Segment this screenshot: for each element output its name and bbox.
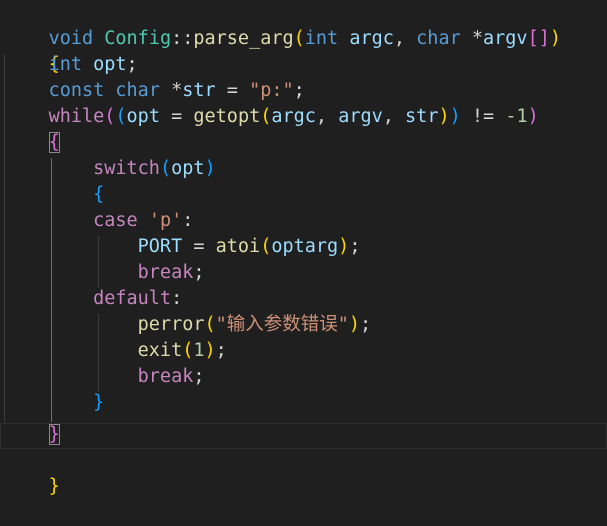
code-line-6[interactable]: { [4, 130, 60, 156]
code-line-12[interactable]: default: [4, 286, 182, 312]
paren: ) [527, 106, 539, 127]
code-line-2[interactable]: { [4, 26, 60, 75]
paren: ) [438, 106, 450, 127]
number-literal: 1 [193, 340, 205, 361]
keyword: while [48, 106, 105, 127]
code-line-3[interactable]: int opt; [4, 52, 138, 78]
semicolon: ; [126, 54, 138, 75]
paren: ( [115, 106, 127, 127]
code-editor[interactable]: void Config::parse_arg(int argc, char *a… [0, 0, 607, 497]
comma: , [315, 106, 339, 127]
keyword: int [48, 54, 82, 75]
semicolon: ; [360, 314, 372, 335]
param: argc [349, 28, 394, 49]
code-line-5[interactable]: while((opt = getopt(argc, argv, str)) !=… [4, 104, 539, 130]
function-name: parse_arg [193, 28, 294, 49]
argument: argc [271, 106, 316, 127]
colon: : [171, 288, 183, 309]
code-line-11[interactable]: break; [4, 260, 205, 286]
paren: ( [204, 314, 216, 335]
paren: ( [182, 340, 194, 361]
class-name: Config [104, 28, 172, 49]
semicolon: ; [293, 80, 305, 101]
brace: } [93, 392, 105, 413]
brace-matched: } [48, 424, 60, 445]
code-line-10[interactable]: PORT = atoi(optarg); [4, 234, 361, 260]
paren: ( [260, 236, 272, 257]
semicolon: ; [215, 340, 227, 361]
paren: ) [204, 340, 216, 361]
brackets: [] [527, 28, 550, 49]
code-line-15[interactable]: break; [4, 364, 205, 390]
pointer: * [159, 80, 183, 101]
variable: PORT [137, 236, 183, 257]
code-line-7[interactable]: switch(opt) [4, 156, 216, 182]
semicolon: ; [193, 262, 205, 283]
comma: , [393, 28, 417, 49]
function-call: getopt [193, 106, 261, 127]
code-line-17[interactable]: } [4, 422, 60, 448]
string-literal: "p:" [249, 80, 294, 101]
code-line-16[interactable]: } [4, 390, 104, 416]
variable: str [182, 80, 216, 101]
keyword: case [93, 210, 138, 231]
number-literal: -1 [505, 106, 528, 127]
code-line-9[interactable]: case 'p': [4, 208, 193, 234]
keyword: int [304, 28, 339, 49]
assign: = [215, 80, 250, 101]
argument: optarg [271, 236, 339, 257]
paren: ) [449, 106, 461, 127]
paren: ( [104, 106, 116, 127]
assign: = [159, 106, 194, 127]
keyword: default [93, 288, 172, 309]
function-call: exit [137, 340, 183, 361]
code-line-18[interactable]: } [4, 448, 60, 497]
paren: ) [204, 158, 216, 179]
code-line-4[interactable]: const char *str = "p:"; [4, 78, 305, 104]
paren: ) [348, 314, 361, 335]
keyword: break [137, 366, 194, 387]
assign: = [182, 236, 216, 257]
variable: opt [171, 158, 205, 179]
brace: { [93, 184, 105, 205]
keyword: char [416, 28, 461, 49]
code-line-8[interactable]: { [4, 182, 104, 208]
char-literal: 'p' [148, 210, 183, 231]
keyword: char [115, 80, 160, 101]
current-line-highlight [0, 423, 607, 449]
keyword: switch [93, 158, 160, 179]
param: argv [483, 28, 528, 49]
brace-matched: { [48, 132, 60, 153]
argument: argv [338, 106, 383, 127]
variable: opt [126, 106, 160, 127]
comma: , [382, 106, 406, 127]
argument: str [405, 106, 439, 127]
brace: } [48, 476, 60, 497]
code-line-1[interactable]: void Config::parse_arg(int argc, char *a… [4, 0, 561, 49]
pointer: * [460, 28, 484, 49]
string-literal: "输入参数错误" [215, 314, 349, 335]
paren: ( [293, 28, 305, 49]
semicolon: ; [349, 236, 361, 257]
paren: ) [338, 236, 350, 257]
code-line-13[interactable]: perror("输入参数错误"); [4, 312, 372, 338]
not-equal: != [460, 106, 506, 127]
paren: ( [159, 158, 172, 179]
function-call: atoi [215, 236, 261, 257]
scope-operator: :: [171, 28, 194, 49]
semicolon: ; [193, 366, 205, 387]
colon: : [182, 210, 194, 231]
code-line-14[interactable]: exit(1); [4, 338, 227, 364]
paren: ( [260, 106, 272, 127]
function-call: perror [137, 314, 205, 335]
paren: ) [549, 28, 561, 49]
variable: opt [93, 54, 127, 75]
keyword: break [137, 262, 194, 283]
keyword: const [48, 80, 105, 101]
